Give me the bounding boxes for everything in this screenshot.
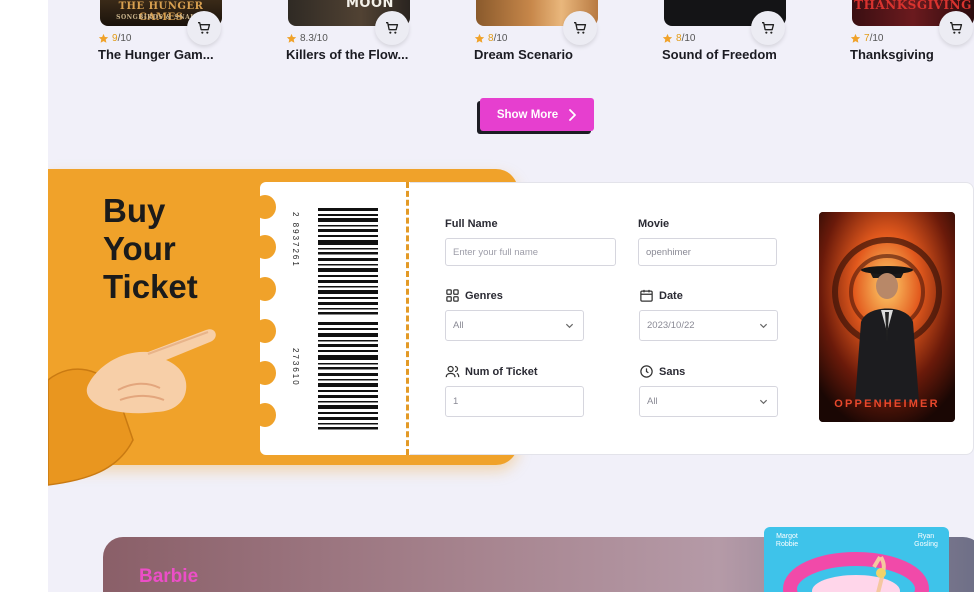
cart-icon [386,22,399,34]
movie-rating: 7/10 [850,33,883,44]
barcode-number: 273610 [291,348,300,387]
movie-label: Movie [638,218,669,230]
calendar-icon [640,289,653,302]
ticket-notch [254,403,276,427]
featured-movie-poster[interactable]: Margot Robbie Ryan Gosling [764,527,949,592]
rating-scale: /10 [493,33,508,44]
poster-credit: Margot Robbie [775,533,799,548]
add-to-cart-button[interactable] [187,11,221,45]
heading-line: Buy [103,192,166,229]
movie-title[interactable]: Killers of the Flow... [286,47,466,62]
chevron-down-icon [565,323,574,329]
label-text: Movie [638,218,670,230]
date-label: Date [639,288,683,303]
sans-label: Sans [639,364,685,379]
buy-ticket-heading: Buy Your Ticket [103,192,198,306]
genres-select[interactable]: All [445,310,584,341]
rating-scale: /10 [313,33,328,44]
ticket-notch [254,319,276,343]
heading-line: Your [103,230,176,267]
add-to-cart-button[interactable] [939,11,973,45]
movie-rating: 8/10 [662,33,695,44]
rating-scale: /10 [869,33,884,44]
movie-title[interactable]: The Hunger Gam... [98,47,278,62]
barcode: 2 8937261 273610 [291,208,378,430]
star-icon [286,33,297,43]
ticket-notch [254,195,276,219]
label-text: Date [659,289,683,302]
barcode-number: 2 8937261 [291,212,300,268]
rating-scale: /10 [681,33,696,44]
cart-icon [574,22,587,34]
movie-input[interactable]: openhimer [638,238,777,266]
heading-line: Ticket [103,268,198,305]
movie-rating: 8.3/10 [286,33,328,44]
poster-credit: Ryan Gosling [914,533,938,548]
ticket-notch [254,277,276,301]
sans-select[interactable]: All [639,386,778,417]
rating-score: 8.3 [300,33,314,44]
chevron-down-icon [759,399,768,405]
movie-title[interactable]: Sound of Freedom [662,47,842,62]
full-name-input[interactable]: Enter your full name [445,238,616,266]
cart-icon [762,22,775,34]
select-value: All [647,396,658,407]
pointing-hand-illustration [48,329,216,486]
poster-title: OPPENHEIMER [834,398,940,410]
ticket-notch [254,235,276,259]
label-text: Num of Ticket [465,365,538,378]
movie-title[interactable]: Dream Scenario [474,47,654,62]
add-to-cart-button[interactable] [563,11,597,45]
rating-scale: /10 [117,33,132,44]
star-icon [98,33,109,43]
label-text: Sans [659,365,686,378]
movie-rating: 8/10 [474,33,507,44]
select-value: 2023/10/22 [647,320,695,331]
add-to-cart-button[interactable] [751,11,785,45]
chevron-right-icon [569,108,577,121]
show-more-button[interactable]: Show More [480,98,594,131]
label-text: Genres [465,289,503,302]
movie-rating: 9/10 [98,33,131,44]
full-name-label: Full Name [445,218,498,230]
star-icon [662,33,673,43]
add-to-cart-button[interactable] [375,11,409,45]
select-value: All [453,320,464,331]
clock-icon [640,365,653,378]
genres-label: Genres [445,288,503,303]
chevron-down-icon [759,323,768,329]
poster-artwork [819,212,955,422]
poster-text: MOON [346,0,394,11]
cart-icon [198,22,211,34]
movie-title[interactable]: Thanksgiving [850,47,974,62]
show-more-label: Show More [496,108,559,121]
page-content: THE HUNGER GAMES SONGBIRDS & SNAKES 9/10… [48,0,974,592]
users-icon [445,365,460,378]
category-grid-icon [446,289,459,302]
num-ticket-label: Num of Ticket [445,364,538,379]
label-text: Full Name [445,218,498,230]
featured-movie-title[interactable]: Barbie [139,566,198,588]
ticket-notch [254,361,276,385]
movie-poster-oppenheimer: OPPENHEIMER [819,212,955,422]
cart-icon [950,22,963,34]
barcode-bars [318,208,378,430]
star-icon [474,33,485,43]
num-ticket-input[interactable]: 1 [445,386,584,417]
star-icon [850,33,861,43]
date-select[interactable]: 2023/10/22 [639,310,778,341]
